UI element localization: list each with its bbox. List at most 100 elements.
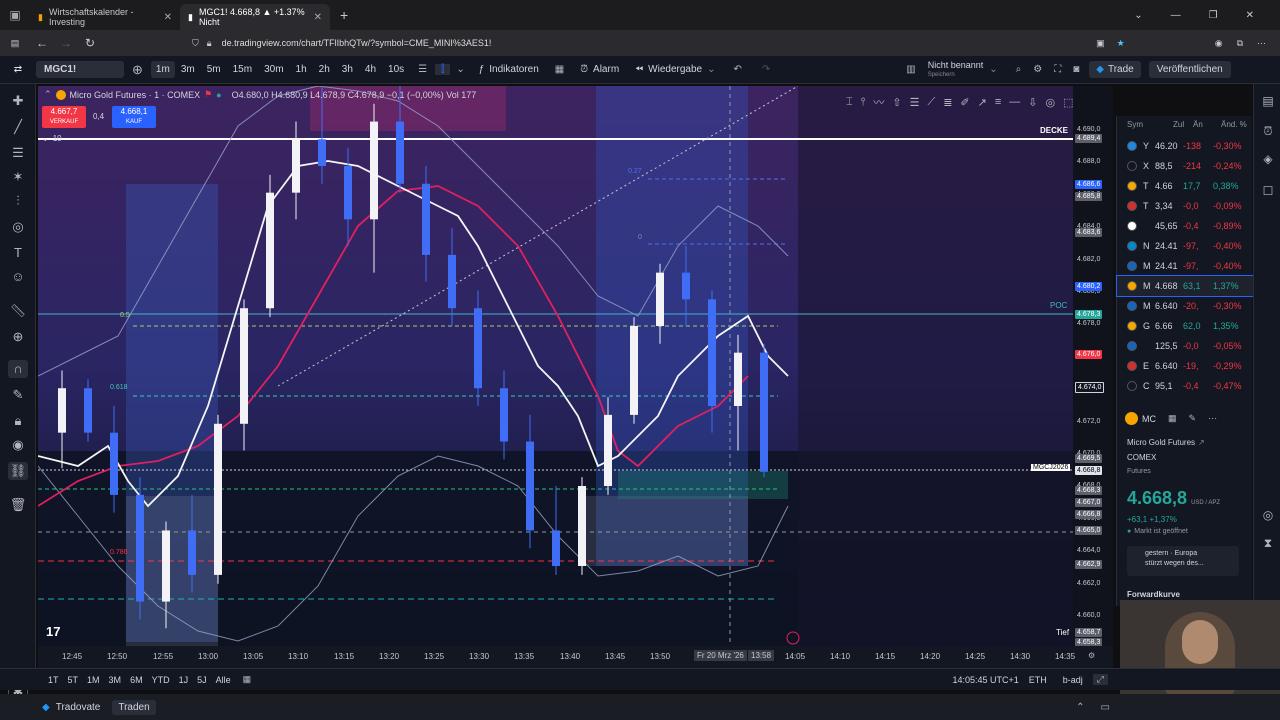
grid-icon[interactable]: ▦ xyxy=(1168,413,1177,424)
watchlist-row[interactable]: 45,65 -0,4 -0,89% xyxy=(1117,216,1253,236)
text-tool-icon[interactable]: T xyxy=(8,244,28,262)
adjustment-toggle[interactable]: b-adj xyxy=(1063,675,1083,685)
range-button[interactable]: 1M xyxy=(87,675,100,685)
arrow-up-icon[interactable]: ⇧ xyxy=(892,96,901,109)
range-button[interactable]: 1J xyxy=(179,675,189,685)
collapse-icon[interactable]: ⌄ xyxy=(42,134,49,143)
panel-window-icon[interactable]: ▭ xyxy=(1101,702,1110,713)
watchlist-row[interactable]: G 6.66 62,0 1,35% xyxy=(1117,316,1253,336)
settings-gear-icon[interactable]: ⚙ xyxy=(1027,64,1048,75)
zoom-in-icon[interactable]: ⊕ xyxy=(8,328,28,346)
interval-2h[interactable]: 2h xyxy=(313,64,336,75)
watchlist-row[interactable]: T 3,34 -0,0 -0,09% xyxy=(1117,196,1253,216)
interval-10s[interactable]: 10s xyxy=(382,64,410,75)
target-icon[interactable]: ◎ xyxy=(1046,96,1056,109)
watchlist-row[interactable]: M 24.41 -97, -0,40% xyxy=(1117,256,1253,276)
watchlist-row[interactable]: Y 46.20 -138 -0,30% xyxy=(1117,136,1253,156)
watchlist-row[interactable]: N 24.41 -97, -0,40% xyxy=(1117,236,1253,256)
bookmark-star-icon[interactable]: ★ xyxy=(1117,38,1125,49)
tab-tradingview[interactable]: ▮ MGC1! 4.668,8 ▲ +1.37% Nicht ✕ xyxy=(180,4,330,30)
menu-dots-icon[interactable]: ⋯ xyxy=(1257,38,1266,49)
search-icon[interactable]: ⌕ xyxy=(1010,64,1028,75)
arrow-down-icon[interactable]: ⇩ xyxy=(1028,96,1037,109)
emoji-icon[interactable]: ☺ xyxy=(8,268,28,286)
ruler-icon[interactable]: 📏︎ xyxy=(8,302,28,320)
time-axis[interactable]: 12:45 12:50 12:55 13:00 13:05 13:10 13:15 13:20… xyxy=(38,646,1113,668)
interval-4h[interactable]: 4h xyxy=(359,64,382,75)
bar-style-icon[interactable]: ☰ xyxy=(410,64,435,75)
publish-button[interactable]: Veröffentlichen xyxy=(1148,61,1231,78)
range-button[interactable]: 6M xyxy=(130,675,143,685)
grid-lines-icon[interactable]: ≣ xyxy=(943,96,952,109)
range-button[interactable]: 3M xyxy=(109,675,122,685)
magnet-icon[interactable]: ∩ xyxy=(8,360,28,378)
new-tab-icon[interactable]: + xyxy=(330,7,358,23)
templates-icon[interactable]: ▦ xyxy=(547,64,572,75)
close-icon[interactable]: ✕ xyxy=(164,12,172,23)
lines-icon[interactable]: ☰ xyxy=(910,96,920,109)
watchlist-row[interactable]: M 4.668 63,1 1,37% xyxy=(1116,275,1254,297)
trade-button[interactable]: ◆ Trade xyxy=(1089,61,1141,78)
crosshair-icon[interactable]: ✚ xyxy=(8,92,28,110)
chevron-down-icon[interactable]: ⌄ xyxy=(989,64,1009,75)
chat-icon[interactable]: ☐ xyxy=(1260,184,1276,200)
legend-title[interactable]: ⌃ Micro Gold Futures · 1 · COMEX ⚑ ● O4.… xyxy=(44,89,476,100)
notifications-icon[interactable]: ⧗ xyxy=(1260,536,1276,552)
target-icon[interactable]: ◎ xyxy=(1260,508,1276,524)
lock-icon[interactable]: 🔒︎ xyxy=(8,412,28,430)
buy-button[interactable]: 4.668,1 KAUF xyxy=(112,106,156,128)
col-last[interactable]: Zul xyxy=(1173,120,1184,129)
trash-icon[interactable]: 🗑︎ xyxy=(8,496,28,514)
reload-icon[interactable]: ↻ xyxy=(78,36,102,50)
restore-icon[interactable]: ❐ xyxy=(1209,10,1218,21)
candle-style-icon[interactable]: ⫿ xyxy=(435,64,451,75)
profile-icon[interactable]: ◉ xyxy=(1215,38,1223,49)
range-button[interactable]: 1T xyxy=(48,675,59,685)
add-compare-icon[interactable]: ⊕ xyxy=(124,62,151,78)
interval-30m[interactable]: 30m xyxy=(258,64,289,75)
range-button[interactable]: Alle xyxy=(216,675,231,685)
range-button[interactable]: 5T xyxy=(68,675,79,685)
fork-icon[interactable]: ⫯ xyxy=(861,96,866,109)
replay-button[interactable]: ⏪︎ Wiedergabe ⌄ xyxy=(627,64,723,75)
interval-5m[interactable]: 5m xyxy=(201,64,227,75)
details-name[interactable]: Micro Gold Futures ↗ xyxy=(1127,438,1205,447)
user-menu-icon[interactable]: ⇄ xyxy=(0,64,36,75)
url-field[interactable]: de.tradingview.com/chart/TFlIbhQTw/?symb… xyxy=(222,38,492,48)
interval-15m[interactable]: 15m xyxy=(227,64,258,75)
ray-icon[interactable]: ↗ xyxy=(978,96,987,109)
pattern-icon[interactable]: ✶ xyxy=(8,168,28,186)
hline-icon[interactable]: — xyxy=(1009,96,1020,108)
edit-icon[interactable]: ✎ xyxy=(1189,413,1197,424)
extension-icon[interactable]: ▣ xyxy=(1096,38,1105,49)
range-button[interactable]: YTD xyxy=(152,675,170,685)
col-symbol[interactable]: Sym xyxy=(1127,120,1143,129)
undo-icon[interactable]: ↶ xyxy=(723,64,751,75)
layout-icon[interactable]: ▥ xyxy=(900,64,921,75)
indicators-button[interactable]: ƒ Indikatoren xyxy=(471,64,547,75)
session-toggle[interactable]: ETH xyxy=(1029,675,1047,685)
sell-button[interactable]: 4.667,7 VERKAUF xyxy=(42,106,86,128)
chevron-down-icon[interactable]: ⌄ xyxy=(1134,10,1142,21)
watchlist-row[interactable]: C 95,1 -0,4 -0,47% xyxy=(1117,376,1253,396)
watchlist-row[interactable]: 125,5 -0,0 -0,05% xyxy=(1117,336,1253,356)
chevron-down-icon[interactable]: ⌄ xyxy=(450,64,470,75)
tab-investing[interactable]: ▮ Wirtschaftskalender - Investing ✕ xyxy=(30,4,180,30)
circle-tool-icon[interactable]: ◎ xyxy=(8,218,28,236)
brush-icon[interactable]: ⟋ xyxy=(928,96,936,109)
fib-icon[interactable]: ⫶ xyxy=(8,192,28,210)
settings-gear-icon[interactable]: ⚙ xyxy=(1088,651,1095,660)
close-icon[interactable]: ✕ xyxy=(314,12,322,23)
browser-menu-icon[interactable]: ▣ xyxy=(0,8,30,22)
text-cursor-icon[interactable]: ⌶ xyxy=(846,96,853,109)
layout-name-button[interactable]: Nicht benannt Speichern xyxy=(922,60,990,80)
trade-tab[interactable]: Traden xyxy=(112,699,156,715)
alarm-button[interactable]: ⏰︎ Alarm xyxy=(572,64,627,75)
watchlist-row[interactable]: E 6.640 -19, -0,29% xyxy=(1117,356,1253,376)
sidebar-toggle-icon[interactable]: ▤ xyxy=(0,38,30,49)
collapse-chevron-icon[interactable]: ⌃ xyxy=(44,89,52,100)
range-button[interactable]: 5J xyxy=(197,675,207,685)
fullscreen-icon[interactable]: ⛶ xyxy=(1048,64,1067,75)
interval-1h[interactable]: 1h xyxy=(290,64,313,75)
chart-canvas[interactable]: ⌃ Micro Gold Futures · 1 · COMEX ⚑ ● O4.… xyxy=(38,86,1073,646)
